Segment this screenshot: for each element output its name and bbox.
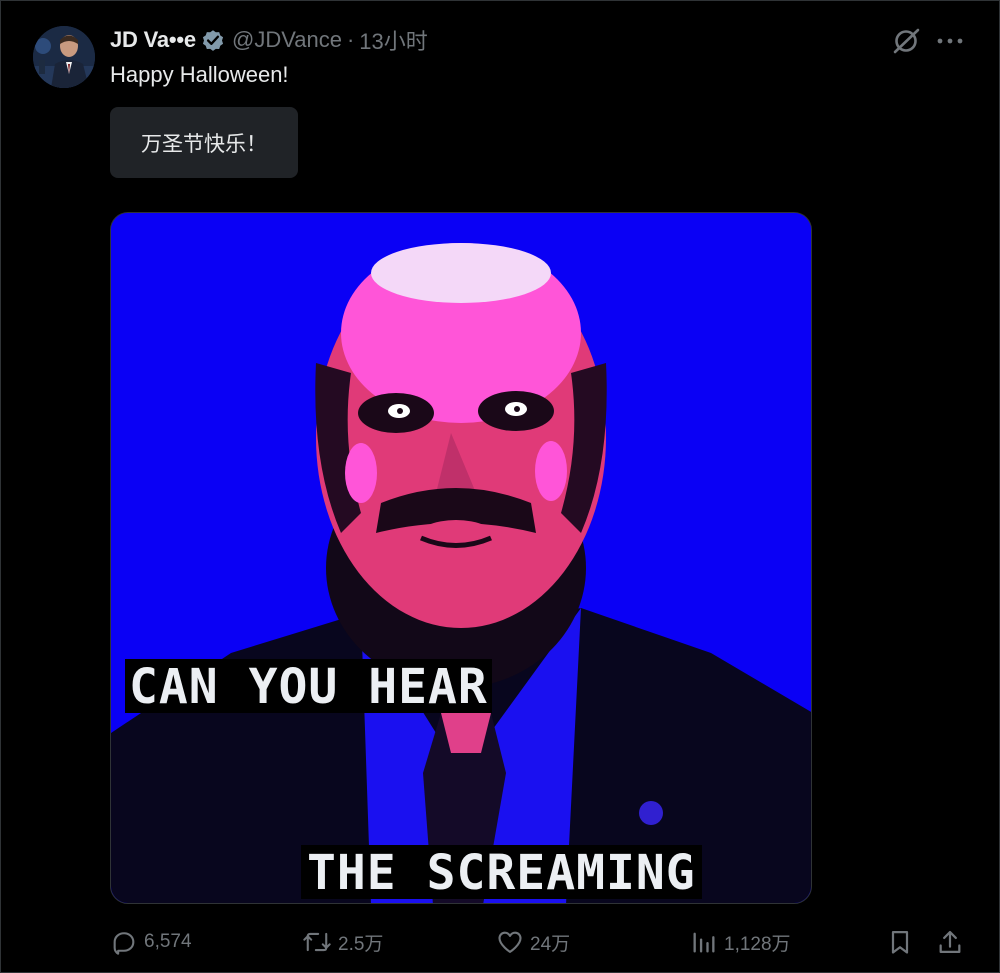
display-name[interactable]: JD Va••e (110, 27, 196, 53)
verified-badge-icon (200, 27, 226, 53)
like-icon (498, 931, 522, 953)
repost-button[interactable]: 2.5万 (302, 922, 383, 962)
translation-box: 万圣节快乐！ (110, 107, 298, 178)
reply-count: 6,574 (144, 931, 192, 952)
more-options-button[interactable] (933, 25, 967, 57)
tweet-header: JD Va••e @JDVance · 13小时 (110, 26, 428, 54)
grok-icon (893, 28, 920, 54)
user-handle[interactable]: @JDVance (232, 27, 342, 53)
views-button[interactable]: 1,128万 (690, 922, 791, 962)
share-icon (939, 930, 961, 954)
repost-icon (303, 932, 331, 952)
media-illustration (111, 213, 811, 903)
action-bar: 6,574 2.5万 24万 1,128万 (110, 922, 970, 962)
translation-text: 万圣节快乐！ (141, 131, 267, 156)
separator-dot: · (346, 27, 355, 52)
reply-button[interactable]: 6,574 (110, 922, 192, 962)
reply-icon (113, 932, 135, 955)
like-button[interactable]: 24万 (496, 922, 570, 962)
share-button[interactable] (936, 922, 970, 962)
bookmark-icon (891, 930, 909, 954)
views-icon (693, 932, 715, 953)
meme-caption-bottom: THE SCREAMING (301, 845, 702, 899)
more-icon (937, 38, 963, 44)
bookmark-button[interactable] (886, 922, 920, 962)
like-count: 24万 (530, 933, 571, 955)
tweet-timestamp[interactable]: 13小时 (359, 24, 427, 56)
avatar[interactable] (33, 26, 95, 88)
tweet-media-image[interactable]: CAN YOU HEAR THE SCREAMING (110, 212, 812, 904)
repost-count: 2.5万 (338, 933, 384, 955)
avatar-image (33, 26, 95, 88)
grok-button[interactable] (890, 25, 922, 57)
view-count: 1,128万 (724, 933, 791, 955)
meme-caption-top: CAN YOU HEAR (125, 659, 492, 713)
tweet-text: Happy Halloween! (110, 62, 289, 87)
